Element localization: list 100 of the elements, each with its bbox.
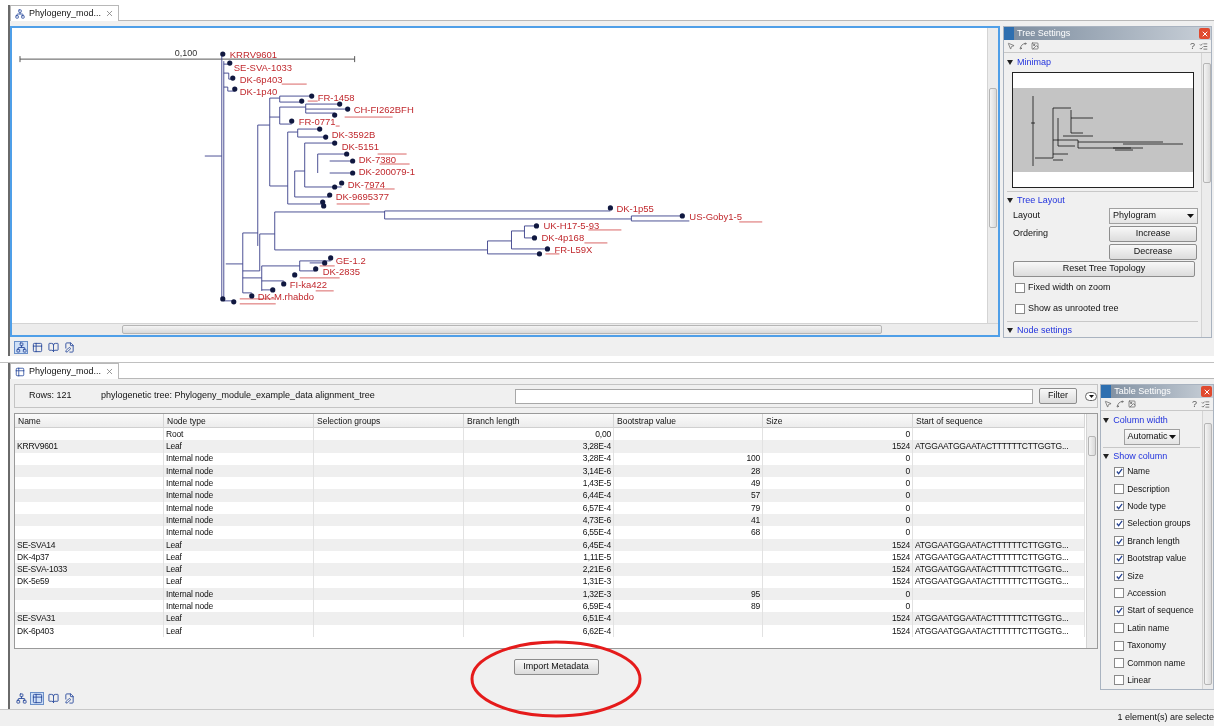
view-button[interactable] <box>30 691 44 705</box>
image-icon[interactable] <box>1128 400 1137 408</box>
view-button[interactable] <box>62 691 76 705</box>
table-cell: 1524 <box>763 612 913 625</box>
decrease-button[interactable]: Decrease <box>1109 243 1197 260</box>
dropdown[interactable]: Phylogram <box>1109 207 1198 224</box>
scroll-thumb[interactable] <box>122 325 882 334</box>
checkbox[interactable] <box>1114 588 1125 599</box>
leaf-label[interactable]: DK-4p168 <box>541 231 585 243</box>
vertical-scrollbar[interactable] <box>987 28 998 323</box>
section-title[interactable]: Minimap <box>1017 55 1051 70</box>
filter-field[interactable] <box>515 388 1033 404</box>
leaf-label[interactable]: FI-ka422 <box>289 278 328 290</box>
scroll-thumb[interactable] <box>989 88 997 228</box>
checkbox[interactable] <box>1114 466 1125 477</box>
expand-triangle-icon[interactable] <box>1103 454 1110 459</box>
expand-triangle-icon[interactable] <box>1103 418 1110 423</box>
leaf-label[interactable]: UK-H17-5-93 <box>543 219 600 231</box>
vertical-scrollbar[interactable] <box>1086 414 1098 648</box>
leaf-label[interactable]: CH-FI262BFH <box>353 104 414 116</box>
table-row[interactable]: Internal node 6,44E-4 57 0 <box>15 489 1085 502</box>
section-title[interactable]: Node settings <box>1017 323 1073 338</box>
vertical-scrollbar[interactable] <box>1202 411 1213 689</box>
leaf-label[interactable]: DK-1p40 <box>239 86 278 98</box>
help-glyph[interactable]: ? <box>1190 41 1195 51</box>
view-button[interactable] <box>14 340 28 354</box>
list-icon[interactable] <box>1201 399 1210 409</box>
checkbox-label: Taxonomy <box>1127 639 1166 652</box>
increase-button[interactable]: Increase <box>1109 225 1197 242</box>
pointer-icon[interactable] <box>1007 42 1015 50</box>
scroll-thumb[interactable] <box>1204 423 1212 685</box>
expand-triangle-icon[interactable] <box>1007 60 1013 65</box>
checkbox[interactable] <box>1114 658 1125 668</box>
checkbox[interactable] <box>1015 283 1025 293</box>
expand-triangle-icon[interactable] <box>1007 198 1013 203</box>
table-row[interactable]: SE-SVA31 Leaf 6,51E-4 1524 ATGGAATGGAATACTTTTTTCTTGGTG... <box>15 612 1085 625</box>
checkbox[interactable] <box>1114 571 1125 582</box>
leaf-label[interactable]: DK-1p55 <box>616 202 654 214</box>
checkbox[interactable] <box>1114 623 1125 634</box>
leaf-label[interactable]: DK-9695377 <box>335 191 389 202</box>
leaf-label[interactable]: DK-2835 <box>322 265 361 277</box>
checkbox[interactable] <box>1114 518 1125 529</box>
section-title[interactable]: Tree Layout <box>1017 193 1065 208</box>
rows-count: Rows: 121 <box>29 389 73 403</box>
checkbox[interactable] <box>1114 675 1125 686</box>
scroll-thumb[interactable] <box>1088 436 1097 456</box>
vertical-scrollbar[interactable] <box>1201 53 1211 337</box>
leaf-label[interactable]: DK-7380 <box>358 154 397 165</box>
view-button[interactable] <box>46 340 60 354</box>
leaf-label[interactable]: KRRV9601 <box>229 49 278 61</box>
leaf-label[interactable]: DK-M.rhabdo <box>257 290 315 302</box>
curve-icon[interactable] <box>1019 42 1027 50</box>
leaf-label[interactable]: DK-5151 <box>341 141 380 153</box>
checkbox-label: Bootstrap value <box>1127 552 1187 565</box>
dropdown[interactable]: Automatic <box>1123 429 1180 445</box>
curve-icon[interactable] <box>1116 400 1125 408</box>
options-button[interactable] <box>1085 391 1097 401</box>
close-button[interactable] <box>1201 386 1212 397</box>
view-button[interactable] <box>62 340 76 354</box>
table-row[interactable]: Internal node 4,73E-6 41 0 <box>15 514 1085 527</box>
list-icon[interactable] <box>1199 41 1208 51</box>
leaf-label[interactable]: DK-7974 <box>347 179 386 190</box>
leaf-label[interactable]: FR-0771 <box>298 116 336 128</box>
editor-tab[interactable]: Phylogeny_mod... <box>10 363 120 379</box>
checkbox[interactable] <box>1114 605 1125 616</box>
view-button[interactable] <box>14 691 28 705</box>
help-glyph[interactable]: ? <box>1192 399 1197 409</box>
leaf-label[interactable]: SE-SVA-1033 <box>233 62 293 74</box>
checkbox[interactable] <box>1114 484 1125 495</box>
leaf-label[interactable]: FR-L59X <box>554 243 593 255</box>
leaf-label[interactable]: DK-200079-1 <box>358 166 416 177</box>
horizontal-scrollbar[interactable] <box>12 323 998 335</box>
minimap[interactable] <box>1011 72 1194 188</box>
import-metadata-button[interactable]: Import Metadata <box>513 659 599 675</box>
close-icon[interactable] <box>105 367 115 376</box>
checkbox[interactable] <box>1114 553 1125 564</box>
view-button[interactable] <box>30 340 44 354</box>
view-button[interactable] <box>46 691 60 705</box>
leaf-label[interactable]: US-Goby1-5 <box>689 210 743 222</box>
pointer-icon[interactable] <box>1104 400 1113 408</box>
table-row[interactable]: KRRV9601 Leaf 3,28E-4 1524 ATGGAATGGAATACTTTTTTCTTGGTG... <box>15 440 1085 453</box>
close-icon[interactable] <box>105 9 115 18</box>
leaf-label[interactable]: FR-1458 <box>317 92 355 104</box>
close-button[interactable] <box>1199 28 1210 39</box>
image-icon[interactable] <box>1031 42 1039 50</box>
expand-triangle-icon[interactable] <box>1007 328 1013 333</box>
scroll-thumb[interactable] <box>1202 63 1211 183</box>
leaf-label[interactable]: DK-3592B <box>331 129 376 141</box>
section-title[interactable]: Show column <box>1113 449 1168 464</box>
editor-tab[interactable]: Phylogeny_mod... <box>10 5 120 21</box>
leaf-label[interactable]: DK-6p403 <box>239 74 283 86</box>
checkbox[interactable] <box>1114 536 1125 547</box>
checkbox[interactable] <box>1015 304 1025 314</box>
section-title[interactable]: Column width <box>1113 413 1168 428</box>
leaf-label[interactable]: GE-1.2 <box>335 254 366 266</box>
filter-button[interactable]: Filter <box>1039 388 1077 404</box>
table-row[interactable]: SE-SVA-1033 Leaf 2,21E-6 1524 ATGGAATGGAATACTTTTTTCTTGGTG... <box>15 563 1085 576</box>
checkbox[interactable] <box>1114 501 1125 512</box>
checkbox[interactable] <box>1114 640 1125 651</box>
reset-button[interactable]: Reset Tree Topology <box>1013 261 1195 277</box>
